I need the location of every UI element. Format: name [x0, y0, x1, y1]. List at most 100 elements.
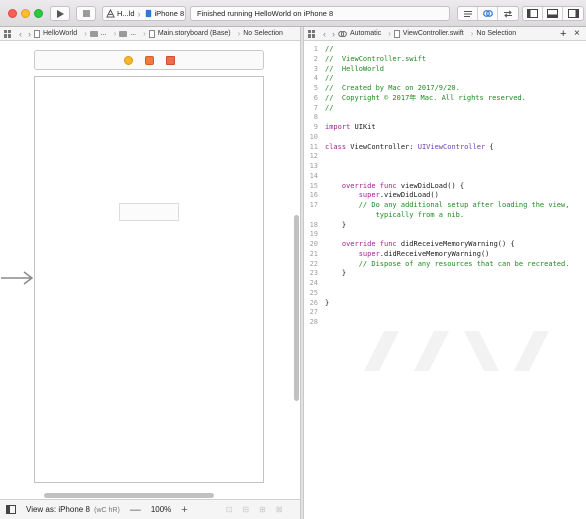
zoom-window-button[interactable]	[34, 9, 43, 18]
code-line[interactable]: 25	[304, 288, 586, 298]
code-token-plain: .viewDidLoad()	[379, 191, 439, 200]
code-text: typically from a nib.	[325, 210, 465, 220]
scheme-device[interactable]: iPhone 8	[141, 9, 188, 18]
navigator-toggle-icon	[527, 9, 538, 18]
code-line[interactable]: 3 // HelloWorld	[304, 64, 586, 74]
zoom-level: 100%	[150, 505, 172, 514]
forward-chevron-icon[interactable]: ›	[28, 29, 31, 39]
code-line[interactable]: 27	[304, 307, 586, 317]
view-controller-icon[interactable]	[123, 55, 133, 65]
pin-icon[interactable]: ⊞	[259, 505, 266, 514]
back-chevron-icon[interactable]: ‹	[19, 29, 22, 39]
play-icon	[56, 9, 64, 18]
view-controller-scene[interactable]	[34, 76, 264, 483]
code-text: // Dispose of any resources that can be …	[325, 259, 570, 269]
code-line[interactable]: typically from a nib.	[304, 210, 586, 220]
related-items-icon[interactable]	[4, 29, 12, 38]
scene-dock	[34, 50, 264, 70]
code-line[interactable]: 19	[304, 229, 586, 239]
related-items-icon[interactable]	[308, 29, 316, 38]
assistant-mode-selector[interactable]: Automatic	[338, 30, 381, 38]
code-token-plain: UIKit	[350, 123, 376, 131]
editor-jump-file[interactable]: ViewController.swift	[393, 29, 464, 38]
editor-standard-button[interactable]	[458, 7, 478, 20]
code-line[interactable]: 6 // Copyright © 2017年 Mac. All rights re…	[304, 93, 586, 103]
storyboard-canvas[interactable]	[0, 41, 300, 499]
entry-point-arrow-icon[interactable]	[0, 271, 34, 285]
code-token-comment: // HelloWorld	[325, 64, 385, 73]
forward-chevron-icon[interactable]: ›	[332, 29, 335, 39]
code-line[interactable]: 17 // Do any additional setup after load…	[304, 200, 586, 210]
editor-jump-bar: ‹ › Automatic › ViewController.swift › N…	[304, 27, 586, 41]
code-line[interactable]: 7 //	[304, 103, 586, 113]
run-button[interactable]	[50, 6, 70, 21]
code-line[interactable]: 16 super.viewDidLoad()	[304, 190, 586, 200]
zoom-in-button[interactable]: +	[181, 504, 187, 516]
code-line[interactable]: 21 super.didReceiveMemoryWarning()	[304, 249, 586, 259]
jump-file[interactable]: Main.storyboard (Base)	[148, 29, 231, 38]
navigator-toggle-button[interactable]	[523, 7, 543, 20]
close-window-button[interactable]	[8, 9, 17, 18]
first-responder-icon[interactable]	[144, 55, 154, 65]
jump-file-label: Main.storyboard (Base)	[157, 30, 231, 37]
editor-jump-selection[interactable]: No Selection	[476, 30, 516, 37]
zoom-out-button[interactable]: —	[130, 504, 141, 516]
code-line[interactable]: 12	[304, 151, 586, 161]
stop-icon	[82, 10, 90, 17]
resolve-issues-icon[interactable]: ⊠	[276, 505, 283, 514]
update-frames-icon[interactable]: ⊡	[226, 505, 233, 514]
code-line[interactable]: 1 //	[304, 44, 586, 54]
minimize-window-button[interactable]	[21, 9, 30, 18]
jump-folder-2[interactable]: ...	[119, 30, 136, 37]
code-line[interactable]: 28	[304, 317, 586, 327]
exit-icon[interactable]	[165, 55, 175, 65]
canvas-horizontal-scrollbar[interactable]	[44, 493, 214, 498]
code-line[interactable]: 13	[304, 161, 586, 171]
debug-toggle-button[interactable]	[543, 7, 563, 20]
jump-project-label: HelloWorld	[43, 30, 78, 37]
back-chevron-icon[interactable]: ‹	[323, 29, 326, 39]
code-line[interactable]: 26}	[304, 298, 586, 308]
line-number: 14	[309, 171, 318, 180]
code-line[interactable]: 24	[304, 278, 586, 288]
code-text: //	[325, 73, 333, 83]
code-line[interactable]: 23 }	[304, 268, 586, 278]
jump-selection[interactable]: No Selection	[243, 30, 283, 37]
code-line[interactable]: 2 // ViewController.swift	[304, 54, 586, 64]
code-token-plain: .didReceiveMemoryWarning()	[379, 249, 490, 258]
line-number: 2	[313, 54, 318, 63]
line-number: 3	[313, 64, 318, 73]
code-line[interactable]: 4 //	[304, 73, 586, 83]
scheme-selector[interactable]: H...ld › iPhone 8	[102, 6, 186, 21]
jump-folder-1[interactable]: ...	[89, 30, 107, 37]
code-token-keyword: class	[325, 142, 347, 151]
scheme-target[interactable]: H...ld	[103, 9, 138, 18]
code-text: //	[325, 44, 333, 54]
editor-jump-file-label: ViewController.swift	[402, 30, 464, 37]
code-line[interactable]: 9 import UIKit	[304, 122, 586, 132]
align-icon[interactable]: ⊟	[242, 505, 249, 514]
code-line[interactable]: 14	[304, 171, 586, 181]
canvas-vertical-scrollbar[interactable]	[294, 215, 299, 401]
code-line[interactable]: 5 // Created by Mac on 2017/9/20.	[304, 83, 586, 93]
add-editor-icon[interactable]: +	[560, 28, 566, 40]
close-editor-icon[interactable]: ×	[574, 28, 580, 39]
code-line[interactable]: 18 }	[304, 220, 586, 230]
stop-button[interactable]	[76, 6, 96, 21]
code-token-comment: // Dispose of any resources that can be …	[325, 259, 570, 268]
code-line[interactable]: 22 // Dispose of any resources that can …	[304, 259, 586, 269]
editor-assistant-button[interactable]	[478, 7, 498, 20]
code-line[interactable]: 20 override func didReceiveMemoryWarning…	[304, 239, 586, 249]
utilities-toggle-button[interactable]	[563, 7, 583, 20]
placeholder-view[interactable]	[119, 203, 179, 221]
code-line[interactable]: 15 override func viewDidLoad() {	[304, 181, 586, 191]
code-line[interactable]: 8	[304, 112, 586, 122]
code-editor[interactable]: 1 // 2 // ViewController.swift 3 // HelloWorl…	[304, 41, 586, 519]
code-token-plain: {	[485, 142, 494, 151]
code-line[interactable]: 11 class ViewController: UIViewController…	[304, 142, 586, 152]
view-as-button[interactable]: View as: iPhone 8 (wC hR)	[26, 505, 120, 514]
editor-version-button[interactable]	[498, 7, 518, 20]
code-line[interactable]: 10	[304, 132, 586, 142]
document-outline-toggle-icon[interactable]	[6, 505, 16, 514]
jump-project[interactable]: HelloWorld	[34, 29, 78, 38]
